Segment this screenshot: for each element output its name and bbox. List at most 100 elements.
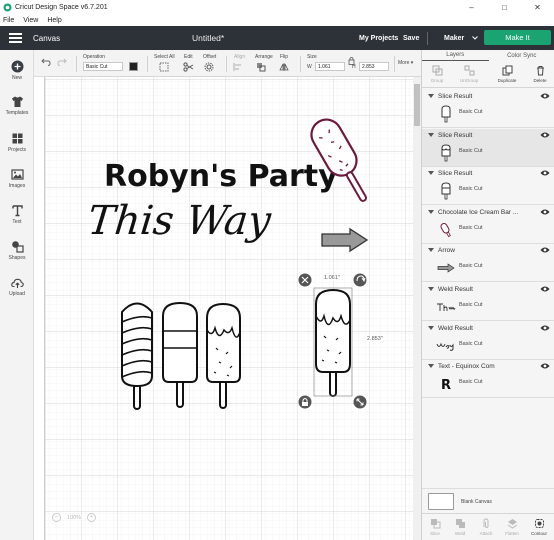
- hamburger-menu-icon[interactable]: [9, 33, 22, 43]
- sidebar-label-upload: Upload: [9, 291, 25, 297]
- layer-row[interactable]: Slice Result Basic Cut: [422, 167, 554, 206]
- weld-icon: [455, 519, 465, 528]
- eye-icon[interactable]: [540, 92, 550, 100]
- edit-label: Edit: [184, 54, 193, 60]
- layer-operation: Basic Cut: [459, 263, 483, 270]
- offset-icon[interactable]: [204, 62, 214, 72]
- align-label: Align: [234, 54, 246, 60]
- vertical-scrollbar[interactable]: [413, 77, 421, 540]
- canvas-grid: [45, 77, 413, 540]
- plus-icon: [11, 60, 23, 73]
- paperclip-icon: [483, 518, 488, 529]
- eye-icon[interactable]: [540, 324, 550, 332]
- blank-canvas-swatch[interactable]: [428, 493, 454, 510]
- layer-row[interactable]: Weld Result Basic Cut: [422, 322, 554, 360]
- menu-help[interactable]: Help: [47, 17, 61, 24]
- canvas-label: Canvas: [33, 33, 61, 43]
- chevron-down-icon[interactable]: [428, 209, 434, 214]
- slice-button[interactable]: Slice: [423, 518, 447, 536]
- eye-icon[interactable]: [540, 169, 550, 177]
- align-icon[interactable]: [233, 62, 243, 72]
- group-button[interactable]: Group: [425, 65, 449, 83]
- menu-file[interactable]: File: [3, 17, 14, 24]
- sidebar-label-templates: Templates: [5, 110, 29, 116]
- chevron-down-icon[interactable]: [428, 132, 434, 137]
- window-controls: – □ ✕: [455, 0, 554, 15]
- flatten-label: Flatten: [505, 531, 519, 536]
- contour-button[interactable]: Contour: [527, 518, 551, 536]
- eye-icon[interactable]: [540, 208, 550, 216]
- chevron-down-icon[interactable]: [428, 171, 434, 176]
- layer-thumb-slice: [436, 181, 456, 201]
- layer-row[interactable]: Slice Result Basic Cut: [422, 90, 554, 128]
- color-swatch[interactable]: [129, 62, 138, 71]
- layer-row[interactable]: Slice Result Basic Cut: [422, 128, 554, 167]
- sidebar-item-upload[interactable]: Upload: [0, 276, 34, 297]
- layer-row[interactable]: Text - Equinox Com R Basic Cut: [422, 360, 554, 399]
- sidebar-item-images[interactable]: Images: [0, 168, 34, 189]
- zoom-in-icon[interactable]: +: [87, 513, 97, 522]
- delete-button[interactable]: Delete: [528, 65, 552, 83]
- maximize-icon[interactable]: □: [488, 0, 521, 15]
- design-canvas[interactable]: [34, 77, 413, 540]
- upload-icon: [10, 278, 24, 288]
- offset-label: Offset: [203, 54, 217, 60]
- minimize-icon[interactable]: –: [455, 0, 488, 15]
- contour-label: Contour: [530, 531, 547, 536]
- arrange-icon[interactable]: [256, 62, 266, 72]
- group-label: Group: [430, 78, 444, 83]
- layer-row[interactable]: Arrow Basic Cut: [422, 244, 554, 283]
- eye-icon[interactable]: [540, 246, 550, 254]
- document-title: Untitled*: [192, 33, 225, 43]
- redo-icon[interactable]: [57, 58, 67, 66]
- make-it-button[interactable]: Make It: [484, 30, 551, 45]
- ungroup-button[interactable]: UnGroup: [457, 65, 481, 83]
- chevron-down-icon[interactable]: [428, 364, 434, 369]
- flatten-button[interactable]: Flatten: [500, 518, 524, 536]
- sidebar-item-projects[interactable]: Projects: [0, 132, 34, 153]
- machine-selector[interactable]: Maker: [444, 35, 479, 42]
- eye-icon[interactable]: [540, 131, 550, 139]
- layer-operation: Basic Cut: [459, 302, 483, 308]
- sidebar-item-templates[interactable]: Templates: [0, 95, 34, 116]
- duplicate-button[interactable]: Duplicate: [495, 65, 519, 83]
- undo-icon[interactable]: [41, 58, 51, 66]
- save-button[interactable]: Save: [403, 35, 419, 42]
- layer-row[interactable]: Weld Result Basic Cut: [422, 283, 554, 321]
- blank-canvas-row[interactable]: Blank Canvas: [422, 488, 554, 512]
- eye-icon[interactable]: [540, 362, 550, 370]
- scissors-icon[interactable]: [183, 62, 196, 72]
- width-value: 1.061: [318, 63, 331, 70]
- height-input[interactable]: 2.853: [359, 62, 389, 71]
- contour-icon: [534, 519, 544, 528]
- chevron-down-icon[interactable]: [428, 287, 434, 291]
- chevron-down-icon[interactable]: [428, 325, 434, 330]
- image-icon: [10, 169, 24, 180]
- select-all-icon[interactable]: [159, 62, 169, 72]
- more-button[interactable]: More ▾: [398, 60, 413, 66]
- eye-icon[interactable]: [540, 285, 550, 293]
- my-projects-button[interactable]: My Projects: [359, 35, 398, 42]
- tab-color-sync[interactable]: Color Sync: [489, 50, 554, 61]
- canvas-title-text[interactable]: Robyn's Party: [104, 159, 338, 194]
- panel-tabs: Layers Color Sync: [422, 50, 554, 61]
- zoom-out-icon[interactable]: –: [52, 513, 61, 522]
- weld-button[interactable]: Weld: [448, 518, 472, 536]
- sidebar-item-new[interactable]: New: [0, 60, 34, 81]
- flip-icon[interactable]: [279, 62, 289, 72]
- operation-select[interactable]: Basic Cut: [83, 62, 123, 71]
- attach-button[interactable]: Attach: [474, 518, 498, 536]
- menu-view[interactable]: View: [23, 17, 38, 24]
- chevron-down-icon[interactable]: [428, 248, 434, 253]
- layer-name: Chocolate Ice Cream Bar ...: [438, 208, 519, 216]
- close-window-icon[interactable]: ✕: [521, 0, 554, 15]
- canvas-script-text[interactable]: This Way: [86, 198, 273, 244]
- tab-layers[interactable]: Layers: [422, 50, 489, 61]
- scrollbar-thumb[interactable]: [414, 84, 420, 126]
- chevron-down-icon[interactable]: [428, 94, 434, 98]
- sidebar-item-shapes[interactable]: Shapes: [0, 240, 34, 261]
- sidebar-label-projects: Projects: [7, 147, 27, 153]
- sidebar-item-text[interactable]: Text: [0, 204, 34, 225]
- width-input[interactable]: 1.061: [315, 62, 345, 71]
- layer-row[interactable]: Chocolate Ice Cream Bar ... Basic Cut: [422, 206, 554, 244]
